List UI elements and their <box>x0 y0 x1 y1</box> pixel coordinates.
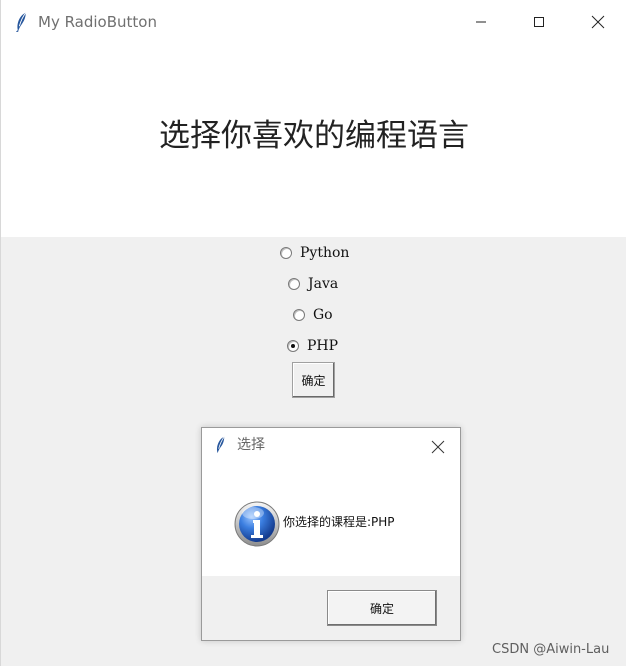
dialog-title: 选择 <box>237 437 265 453</box>
close-button[interactable] <box>569 0 626 44</box>
radio-option-java[interactable]: Java <box>288 273 338 295</box>
radio-button-python[interactable] <box>280 247 292 259</box>
radio-button-go[interactable] <box>293 309 305 321</box>
heading-panel: 选择你喜欢的编程语言 <box>1 44 626 237</box>
radio-option-python[interactable]: Python <box>280 242 349 264</box>
window-title: My RadioButton <box>38 13 157 31</box>
radio-label-java: Java <box>308 276 339 292</box>
radio-label-go: Go <box>313 307 333 323</box>
radio-button-php[interactable] <box>287 340 299 352</box>
maximize-button[interactable] <box>510 0 568 44</box>
minimize-icon <box>476 21 486 23</box>
minimize-button[interactable] <box>452 0 510 44</box>
feather-icon <box>16 12 27 32</box>
radio-button-java[interactable] <box>288 278 300 290</box>
watermark: CSDN @Aiwin-Lau <box>492 642 610 657</box>
maximize-icon <box>534 17 544 27</box>
radio-label-php: PHP <box>307 338 339 354</box>
dialog-body: 选择 你选择的课程是:PHP <box>202 428 460 576</box>
feather-icon <box>216 436 225 454</box>
confirm-button[interactable]: 确定 <box>292 362 335 398</box>
main-window: My RadioButton 选择你喜欢的编程语言 Python Java Go… <box>0 0 626 666</box>
radio-label-python: Python <box>300 245 350 261</box>
info-icon <box>234 501 280 547</box>
close-icon <box>591 15 605 29</box>
radio-option-go[interactable]: Go <box>293 304 333 326</box>
title-bar[interactable]: My RadioButton <box>1 0 626 44</box>
page-title: 选择你喜欢的编程语言 <box>159 118 469 154</box>
dialog-ok-button[interactable]: 确定 <box>327 590 437 626</box>
dialog-message: 你选择的课程是:PHP <box>283 515 395 529</box>
close-icon <box>431 440 445 454</box>
radio-option-php[interactable]: PHP <box>287 335 338 357</box>
dialog-close-button[interactable] <box>428 437 448 457</box>
selection-dialog: 选择 你选择的课程是:PHP 确定 <box>201 427 461 641</box>
